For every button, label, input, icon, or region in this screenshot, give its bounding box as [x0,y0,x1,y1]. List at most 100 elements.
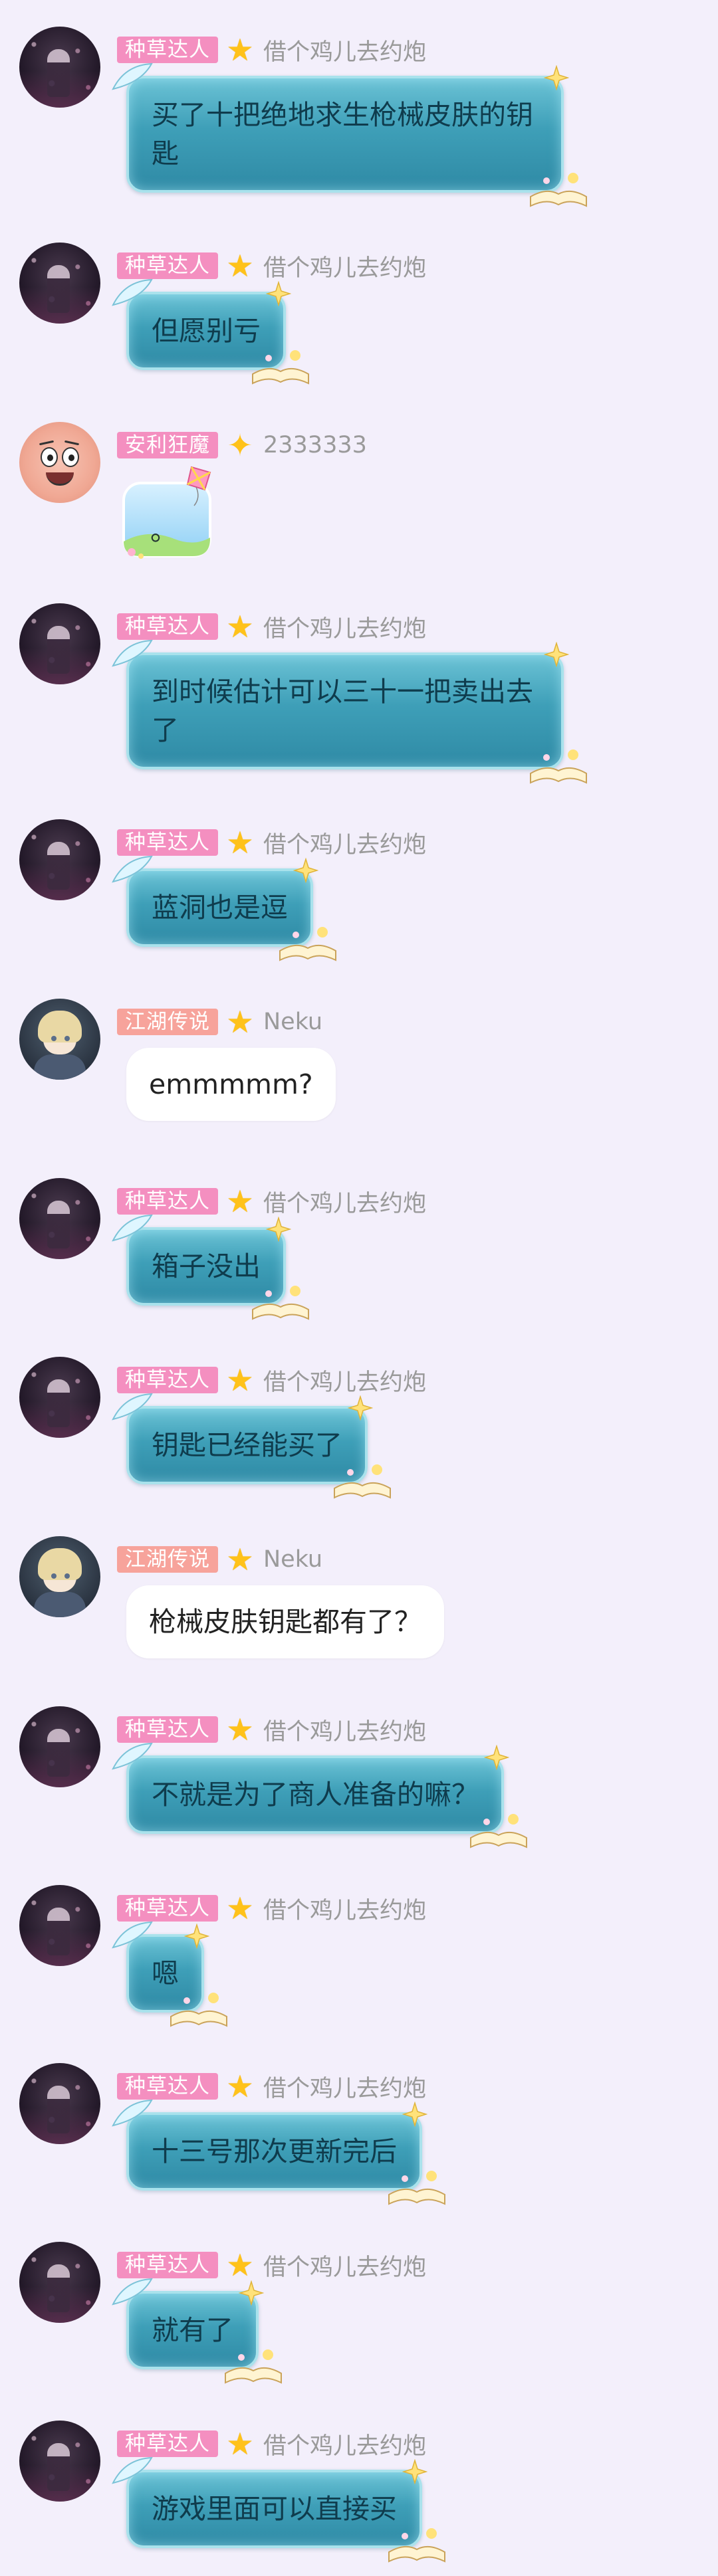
title-badge: 安利狂魔 [117,432,218,458]
avatar[interactable] [19,1536,100,1617]
message-text: 。 [150,515,178,547]
avatar[interactable] [19,2063,100,2144]
username[interactable]: 借个鸡儿去约炮 [263,249,426,283]
message-header: 种草达人 借个鸡儿去约炮 [117,1363,426,1397]
star-icon [225,35,255,65]
star-icon [225,2250,255,2280]
book-decoration-icon [334,1464,391,1499]
star-icon [225,1365,255,1395]
message-bubble[interactable]: 不就是为了商人准备的嘛？ [112,1742,527,1848]
book-decoration-icon [388,2171,445,2205]
sparkle-icon [225,430,255,460]
message-text: 就有了 [152,2314,233,2346]
username[interactable]: 借个鸡儿去约炮 [263,1363,426,1397]
message-header: 种草达人 借个鸡儿去约炮 [117,2071,426,2102]
message-text: 买了十把绝地求生枪械皮肤的钥匙 [152,99,533,169]
star-icon [225,1186,255,1217]
message-header: 种草达人 借个鸡儿去约炮 [117,2427,426,2461]
message-header: 种草达人 借个鸡儿去约炮 [117,829,426,858]
book-decoration-icon [530,173,587,207]
book-decoration-icon [170,1993,227,2027]
wing-decoration-icon [112,1742,153,1770]
message-header: 江湖传说 Neku [117,1008,322,1036]
message-bubble[interactable]: 蓝洞也是逗 [112,855,336,961]
avatar[interactable] [19,999,100,1080]
book-decoration-icon [252,350,309,385]
message-bubble[interactable]: 嗯 [112,1921,227,2027]
avatar[interactable] [19,2242,100,2323]
message-bubble[interactable]: 钥匙已经能买了 [112,1393,391,1499]
username[interactable]: Neku [263,1546,322,1573]
message-bubble[interactable]: emmmmm? [126,1048,336,1121]
username[interactable]: 借个鸡儿去约炮 [263,2070,426,2104]
message-header: 种草达人 借个鸡儿去约炮 [117,1716,426,1745]
message-text: 钥匙已经能买了 [152,1429,342,1461]
message-bubble[interactable]: 游戏里面可以直接买 [112,2456,445,2563]
star-icon [225,2428,255,2459]
avatar[interactable] [19,603,100,684]
avatar[interactable] [19,819,100,900]
message-bubble[interactable]: 枪械皮肤钥匙都有了？ [126,1585,444,1658]
star-icon [225,1544,255,1575]
book-decoration-icon [252,1286,309,1320]
message-bubble[interactable]: 到时候估计可以三十一把卖出去了 [112,639,587,784]
username[interactable]: 借个鸡儿去约炮 [263,826,426,860]
username[interactable]: 借个鸡儿去约炮 [263,1185,426,1219]
sparkle-star-icon [184,1924,209,1949]
message-bubble[interactable]: 买了十把绝地求生枪械皮肤的钥匙 [112,62,587,207]
wing-decoration-icon [112,278,153,306]
message-header: 安利狂魔 2333333 [117,431,367,459]
wing-decoration-icon [112,639,153,667]
avatar[interactable] [19,2421,100,2502]
title-badge: 种草达人 [117,2430,218,2457]
title-badge: 种草达人 [117,829,218,856]
avatar[interactable] [19,422,100,503]
title-badge: 种草达人 [117,1367,218,1393]
title-badge: 种草达人 [117,1716,218,1743]
star-icon [225,250,255,281]
username[interactable]: 借个鸡儿去约炮 [263,2427,426,2461]
star-icon [225,1007,255,1037]
sparkle-star-icon [293,858,318,883]
sparkle-star-icon [402,2102,427,2127]
message-text: 到时候估计可以三十一把卖出去了 [152,676,533,746]
username[interactable]: 借个鸡儿去约炮 [263,2248,426,2282]
message-bubble[interactable]: 但愿别亏 [112,278,309,385]
sparkle-star-icon [348,1395,373,1421]
star-icon [225,2071,255,2102]
avatar[interactable] [19,1885,100,1966]
message-text: 不就是为了商人准备的嘛？ [152,1779,479,1811]
message-text: emmmmm? [149,1068,313,1100]
title-badge: 种草达人 [117,1188,218,1215]
book-decoration-icon [279,927,336,961]
wing-decoration-icon [112,855,153,883]
title-badge: 种草达人 [117,2073,218,2100]
username[interactable]: 借个鸡儿去约炮 [263,1713,426,1747]
star-icon [225,611,255,642]
sparkle-star-icon [544,642,569,667]
avatar[interactable] [19,1706,100,1787]
sparkle-star-icon [544,65,569,90]
username[interactable]: 借个鸡儿去约炮 [263,610,426,644]
message-text: 蓝洞也是逗 [152,892,288,924]
wing-decoration-icon [112,2456,153,2484]
wing-decoration-icon [112,62,153,90]
message-text: 游戏里面可以直接买 [152,2493,397,2525]
message-bubble[interactable]: 就有了 [112,2278,282,2384]
username[interactable]: Neku [263,1009,322,1035]
avatar[interactable] [19,1357,100,1438]
star-icon [225,1893,255,1924]
avatar[interactable] [19,243,100,324]
message-header: 种草达人 借个鸡儿去约炮 [117,249,426,283]
title-badge: 种草达人 [117,2252,218,2278]
message-text: 十三号那次更新完后 [152,2135,397,2167]
username[interactable]: 借个鸡儿去约炮 [263,1892,426,1926]
wing-decoration-icon [112,2278,153,2306]
message-header: 种草达人 借个鸡儿去约炮 [117,33,426,67]
username[interactable]: 借个鸡儿去约炮 [263,33,426,67]
avatar[interactable] [19,1178,100,1259]
avatar[interactable] [19,27,100,108]
message-bubble[interactable]: 箱子没出 [112,1214,309,1320]
username[interactable]: 2333333 [263,432,367,458]
message-bubble[interactable]: 十三号那次更新完后 [112,2099,445,2205]
